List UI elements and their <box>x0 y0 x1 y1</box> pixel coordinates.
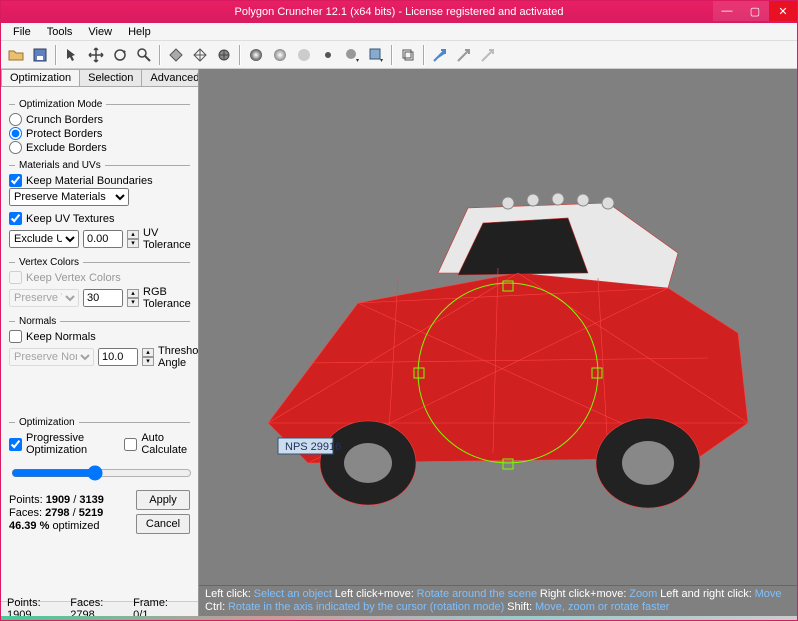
group-optimization-mode: Optimization Mode <box>9 99 190 110</box>
check-keep-vertex-colors <box>9 271 22 284</box>
group-normals: Normals <box>9 316 190 327</box>
tab-optimization[interactable]: Optimization <box>1 69 80 86</box>
stats-text: Points: 1909 / 3139 Faces: 2798 / 5219 4… <box>9 494 104 533</box>
toolbar-separator <box>159 45 161 65</box>
group-optimization: Optimization <box>9 417 190 428</box>
tab-advanced[interactable]: Advanced <box>141 69 199 86</box>
check-keep-normals[interactable] <box>9 330 22 343</box>
svg-text:NPS 29916: NPS 29916 <box>285 441 341 453</box>
shading-3-icon[interactable] <box>213 44 235 66</box>
group-vertex-colors: Vertex Colors <box>9 257 190 268</box>
check-keep-material-boundaries[interactable] <box>9 174 22 187</box>
sphere-2-icon[interactable] <box>269 44 291 66</box>
arrow-2-icon[interactable] <box>453 44 475 66</box>
label-keep-material-boundaries: Keep Material Boundaries <box>26 175 153 187</box>
close-button[interactable]: ✕ <box>769 1 797 21</box>
label-progressive-optimization: Progressive Optimization <box>26 432 112 456</box>
menu-view[interactable]: View <box>80 26 120 38</box>
sphere-1-icon[interactable] <box>245 44 267 66</box>
open-file-icon[interactable] <box>5 44 27 66</box>
input-uv-tolerance[interactable] <box>83 230 123 248</box>
uv-tol-down[interactable]: ▾ <box>127 239 139 248</box>
minimize-button[interactable]: — <box>713 1 741 21</box>
left-panel: Optimization Selection Advanced Optimiza… <box>1 69 199 616</box>
zoom-icon[interactable] <box>133 44 155 66</box>
label-keep-normals: Keep Normals <box>26 331 96 343</box>
toolbar-separator <box>55 45 57 65</box>
check-keep-uv-textures[interactable] <box>9 212 22 225</box>
optimization-slider[interactable] <box>11 465 192 481</box>
combo-preserve-materials[interactable]: Preserve Materials <box>9 188 129 206</box>
label-uv-tolerance: UV Tolerance <box>143 227 191 251</box>
menu-tools[interactable]: Tools <box>39 26 81 38</box>
thresh-down[interactable]: ▾ <box>142 357 154 366</box>
menu-file[interactable]: File <box>5 26 39 38</box>
toolbar <box>1 41 797 69</box>
cancel-button[interactable]: Cancel <box>136 514 190 534</box>
tab-selection[interactable]: Selection <box>79 69 142 86</box>
3d-viewport[interactable]: NPS 29916 Left click: Select an object L… <box>199 69 797 616</box>
radio-exclude-borders[interactable] <box>9 141 22 154</box>
shading-1-icon[interactable] <box>165 44 187 66</box>
titlebar: Polygon Cruncher 12.1 (x64 bits) - Licen… <box>1 1 797 23</box>
label-threshold-angle: Threshold Angle <box>158 345 198 369</box>
label-auto-calculate: Auto Calculate <box>141 432 190 456</box>
combo-preserve-normals: Preserve Normals <box>9 348 94 366</box>
menu-help[interactable]: Help <box>120 26 159 38</box>
label-rgb-tolerance: RGB Tolerance <box>143 286 191 310</box>
select-icon[interactable] <box>61 44 83 66</box>
arrow-1-icon[interactable] <box>429 44 451 66</box>
label-crunch-borders: Crunch Borders <box>26 114 103 126</box>
label-exclude-borders: Exclude Borders <box>26 142 107 154</box>
label-protect-borders: Protect Borders <box>26 128 102 140</box>
sphere-3-icon[interactable] <box>293 44 315 66</box>
toolbar-separator <box>391 45 393 65</box>
apply-button[interactable]: Apply <box>136 490 190 510</box>
move-icon[interactable] <box>85 44 107 66</box>
rotate-icon[interactable] <box>109 44 131 66</box>
tabs: Optimization Selection Advanced <box>1 69 198 87</box>
uv-tol-up[interactable]: ▴ <box>127 230 139 239</box>
group-materials-uvs: Materials and UVs <box>9 160 190 171</box>
rgb-tol-up[interactable]: ▴ <box>127 289 139 298</box>
menubar: File Tools View Help <box>1 23 797 41</box>
input-rgb-tolerance[interactable] <box>83 289 123 307</box>
combo-preserve-vc: Preserve VC <box>9 289 79 307</box>
thresh-up[interactable]: ▴ <box>142 348 154 357</box>
check-progressive-optimization[interactable] <box>9 438 22 451</box>
window-controls: — ▢ ✕ <box>713 1 797 21</box>
label-keep-vertex-colors: Keep Vertex Colors <box>26 272 121 284</box>
label-keep-uv-textures: Keep UV Textures <box>26 213 114 225</box>
save-file-icon[interactable] <box>29 44 51 66</box>
panel-statusbar: Points: 1909 Faces: 2798 Frame: 0/1 <box>1 601 198 616</box>
texture-dropdown-icon[interactable] <box>365 44 387 66</box>
sphere-dropdown-icon[interactable] <box>341 44 363 66</box>
arrow-3-icon[interactable] <box>477 44 499 66</box>
combo-exclude-uv[interactable]: Exclude UV <box>9 230 79 248</box>
maximize-button[interactable]: ▢ <box>741 1 769 21</box>
viewport-hints: Left click: Select an object Left click+… <box>199 585 797 616</box>
input-threshold-angle[interactable] <box>98 348 138 366</box>
radio-crunch-borders[interactable] <box>9 113 22 126</box>
sphere-small-icon[interactable] <box>317 44 339 66</box>
window-title: Polygon Cruncher 12.1 (x64 bits) - Licen… <box>235 6 564 18</box>
model-preview: NPS 29916 <box>238 163 758 523</box>
rgb-tol-down[interactable]: ▾ <box>127 298 139 307</box>
toolbar-separator <box>239 45 241 65</box>
taskbar-sliver <box>1 616 797 620</box>
toolbar-separator <box>423 45 425 65</box>
layers-icon[interactable] <box>397 44 419 66</box>
radio-protect-borders[interactable] <box>9 127 22 140</box>
check-auto-calculate[interactable] <box>124 438 137 451</box>
wireframe-icon[interactable] <box>189 44 211 66</box>
